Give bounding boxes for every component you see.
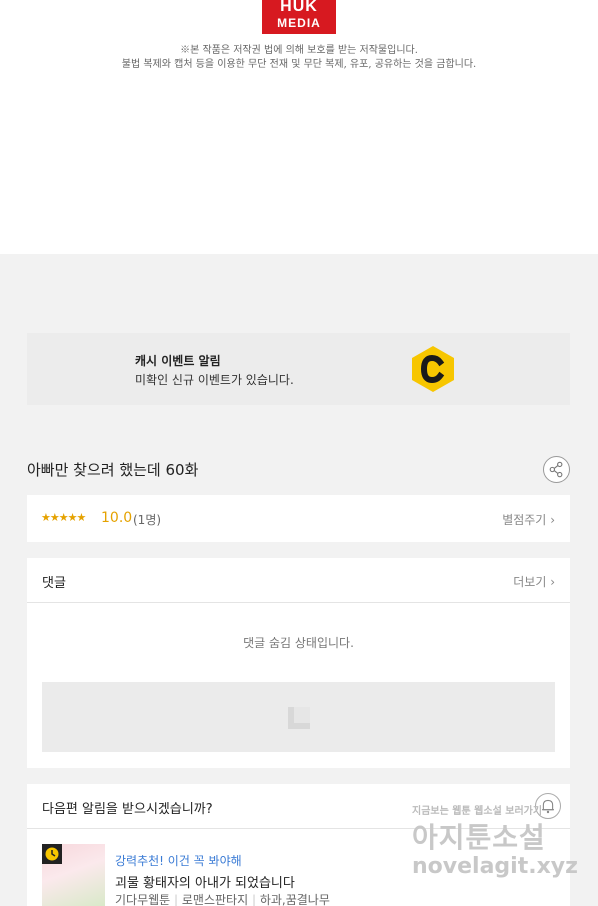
viewer-footer-area: HUK MEDIA ※본 작품은 저작권 법에 의해 보호를 받는 저작물입니다…	[0, 0, 598, 254]
placeholder-image-inner	[294, 707, 310, 723]
rating-stars: ★★★★★	[41, 511, 86, 524]
give-rating-label: 별점주기	[502, 513, 547, 527]
rating-score: 10.0	[101, 510, 133, 526]
episode-title: 아빠만 찾으려 했는데 60화	[27, 461, 199, 479]
rating-count: (1명)	[133, 513, 162, 527]
cash-event-banner[interactable]: 캐시 이벤트 알림 미확인 신규 이벤트가 있습니다.	[27, 333, 570, 405]
rating-bar: ★★★★★ 10.0 (1명) 별점주기 ›	[27, 495, 570, 542]
watermark-caption: 지금보는 웹툰 웹소설 보러가기	[412, 806, 543, 817]
tag-divider: |	[251, 893, 260, 906]
recommend-label: 강력추천! 이건 꼭 봐야해	[115, 854, 242, 868]
more-label: 더보기	[513, 575, 547, 589]
author-tag: 하과,꿈결나무	[259, 893, 330, 906]
chevron-right-icon: ›	[550, 575, 555, 589]
recommended-work-tags: 기다무웹툰 | 로맨스판타지 | 하과,꿈결나무	[115, 891, 330, 906]
publisher-logo: HUK MEDIA	[262, 0, 336, 34]
site-watermark: 지금보는 웹툰 웹소설 보러가기 아지툰소설 novelagit.xyz	[408, 802, 580, 888]
give-rating-button[interactable]: 별점주기 ›	[502, 511, 555, 528]
comments-hidden-message: 댓글 숨김 상태입니다.	[243, 636, 354, 650]
c-cash-icon	[412, 346, 454, 392]
comment-placeholder-box	[42, 682, 555, 752]
tag-divider: |	[174, 893, 182, 906]
event-subtitle: 미확인 신규 이벤트가 있습니다.	[135, 373, 294, 387]
logo-text-bottom: MEDIA	[277, 16, 321, 30]
comments-header: 댓글 더보기 ›	[27, 558, 570, 603]
share-icon[interactable]	[543, 456, 570, 483]
copyright-line-2: 불법 복제와 캡처 등을 이용한 무단 전재 및 무단 복제, 유포, 공유하는…	[121, 59, 477, 70]
comments-more-button[interactable]: 더보기 ›	[513, 573, 555, 590]
chevron-right-icon: ›	[550, 513, 555, 527]
genre-tag: 로맨스판타지	[181, 893, 249, 906]
wait-free-clock-icon	[42, 844, 62, 864]
copyright-line-1: ※본 작품은 저작권 법에 의해 보호를 받는 저작물입니다.	[180, 45, 418, 56]
recommended-work-title[interactable]: 괴물 황태자의 아내가 되었습니다	[115, 872, 295, 891]
logo-text-top: HUK	[280, 0, 318, 14]
recommended-thumbnail[interactable]	[42, 844, 105, 906]
comments-title: 댓글	[42, 576, 66, 591]
alert-question: 다음편 알림을 받으시겠습니까?	[42, 802, 213, 817]
event-title: 캐시 이벤트 알림	[135, 354, 221, 368]
genre-tag: 기다무웹툰	[115, 893, 171, 906]
watermark-url: novelagit.xyz	[412, 854, 578, 879]
watermark-title: 아지툰소설	[412, 821, 546, 854]
comments-section: 댓글 더보기 › 댓글 숨김 상태입니다.	[27, 558, 570, 768]
copyright-notice: ※본 작품은 저작권 법에 의해 보호를 받는 저작물입니다. 불법 복제와 캡…	[0, 44, 598, 72]
